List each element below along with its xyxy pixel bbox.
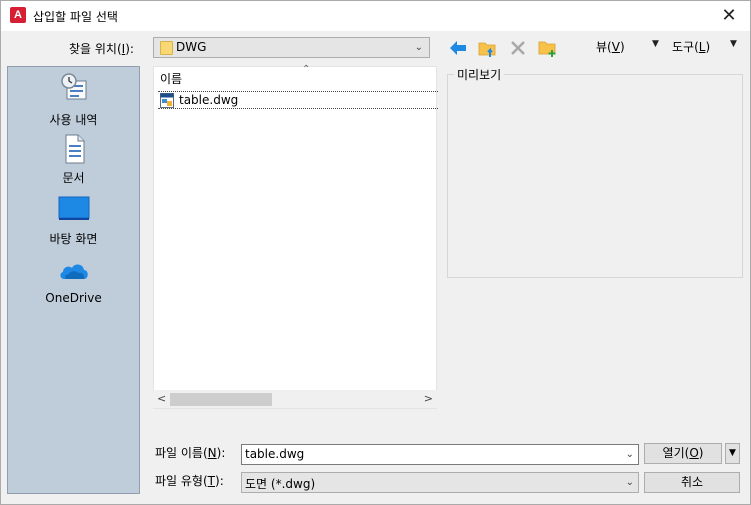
delete-x-icon[interactable]: [507, 37, 529, 59]
onedrive-icon: [58, 255, 90, 287]
folder-icon: [160, 41, 173, 55]
file-list[interactable]: 이름 ⌃ table.dwg: [153, 64, 438, 409]
chevron-down-icon[interactable]: ⌄: [626, 449, 634, 460]
preview-panel: [447, 74, 743, 278]
place-documents[interactable]: 문서: [8, 133, 139, 189]
documents-icon: [58, 133, 90, 165]
up-folder-icon[interactable]: [477, 37, 499, 59]
place-onedrive[interactable]: OneDrive: [8, 255, 139, 311]
tools-dropdown-icon[interactable]: ▼: [730, 39, 737, 49]
scroll-right-icon[interactable]: >: [424, 392, 433, 405]
chevron-down-icon: ⌄: [625, 477, 634, 488]
view-dropdown-icon[interactable]: ▼: [652, 39, 659, 49]
place-label: 문서: [62, 171, 85, 185]
new-folder-icon[interactable]: [537, 37, 559, 59]
file-name: table.dwg: [179, 93, 239, 107]
preview-title: 미리보기: [454, 66, 505, 83]
view-menu-button[interactable]: 뷰(V): [596, 37, 625, 57]
file-dialog-window: A 삽입할 파일 선택 ✕ 찾을 위치(I): DWG ⌄ 뷰(V) ▼ 도구(…: [0, 0, 751, 505]
open-button[interactable]: 열기(O): [644, 443, 722, 464]
place-label: 바탕 화면: [49, 232, 98, 246]
lookin-label: 찾을 위치(I):: [69, 42, 134, 56]
open-options-dropdown[interactable]: ▼: [725, 443, 740, 464]
desktop-icon: [58, 194, 90, 226]
sort-ascending-icon: ⌃: [302, 64, 311, 75]
back-arrow-icon[interactable]: [447, 37, 469, 59]
filetype-label: 파일 유형(T):: [155, 474, 224, 488]
list-item[interactable]: table.dwg: [158, 91, 438, 109]
dwg-file-icon: [160, 93, 174, 108]
filetype-value: 도면 (*.dwg): [245, 477, 316, 491]
tools-menu-button[interactable]: 도구(L): [672, 37, 710, 57]
place-label: 사용 내역: [49, 113, 98, 127]
place-history[interactable]: 사용 내역: [8, 71, 139, 129]
autocad-app-icon: A: [10, 7, 26, 23]
lookin-value: DWG: [176, 40, 207, 54]
scroll-left-icon[interactable]: <: [157, 392, 166, 405]
chevron-down-icon: ⌄: [414, 42, 423, 53]
cancel-button[interactable]: 취소: [644, 472, 740, 493]
column-header-name[interactable]: 이름: [160, 70, 182, 87]
history-icon: [58, 71, 90, 103]
horizontal-scrollbar[interactable]: < >: [153, 390, 437, 408]
filename-label: 파일 이름(N):: [155, 446, 226, 460]
close-icon[interactable]: ✕: [714, 3, 744, 29]
scrollbar-thumb[interactable]: [170, 393, 272, 406]
filename-value: table.dwg: [245, 447, 305, 461]
place-desktop[interactable]: 바탕 화면: [8, 194, 139, 250]
title-bar: A 삽입할 파일 선택 ✕: [1, 1, 750, 31]
lookin-select[interactable]: DWG ⌄: [153, 37, 430, 58]
filetype-select[interactable]: 도면 (*.dwg) ⌄: [241, 472, 639, 493]
window-title: 삽입할 파일 선택: [33, 10, 118, 24]
filename-input[interactable]: table.dwg ⌄: [241, 444, 639, 465]
places-bar: 사용 내역 문서 바탕 화면 OneDrive: [7, 66, 140, 494]
place-label: OneDrive: [45, 291, 102, 305]
